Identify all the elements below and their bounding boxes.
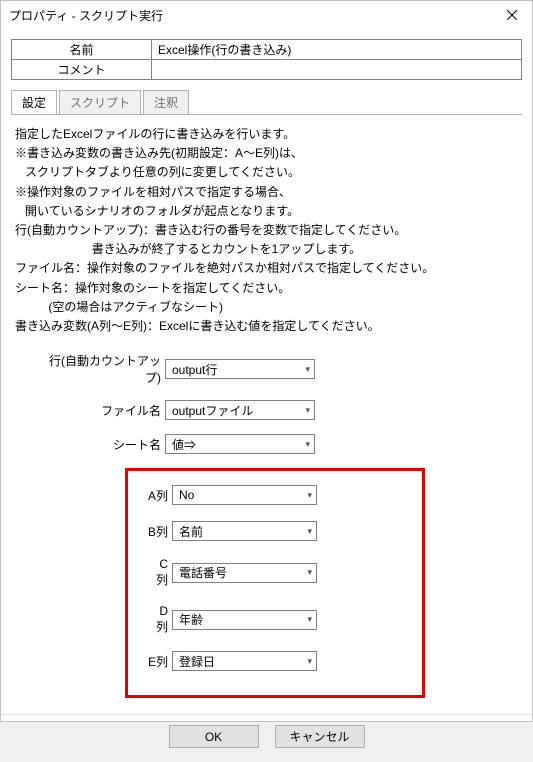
file-select[interactable]: outputファイル ▾	[165, 400, 315, 420]
sheet-label: シート名	[35, 436, 165, 453]
column-d-select[interactable]: 年齢 ▾	[172, 610, 317, 630]
close-button[interactable]	[492, 1, 532, 29]
column-c-select[interactable]: 電話番号 ▾	[172, 563, 317, 583]
column-c-value: 電話番号	[179, 564, 227, 581]
row-field-row: 行(自動カウントアップ) output行 ▾	[35, 352, 518, 386]
sheet-select[interactable]: 値⇒ ▾	[165, 434, 315, 454]
description-text: 指定したExcelファイルの行に書き込みを行います。 ※書き込み変数の書き込み先…	[15, 125, 518, 336]
column-b-value: 名前	[179, 523, 203, 540]
chevron-down-icon: ▾	[305, 364, 310, 375]
column-b-row: B列 名前 ▾	[148, 521, 402, 541]
content-area: 名前 Excel操作(行の書き込み) コメント 設定 スクリプト 注釈 指定した…	[1, 29, 532, 714]
comment-label: コメント	[12, 60, 152, 80]
column-c-row: C列 電話番号 ▾	[148, 557, 402, 588]
column-d-value: 年齢	[179, 611, 203, 628]
column-a-label: A列	[148, 487, 172, 504]
form-area: 行(自動カウントアップ) output行 ▾ ファイル名 outputファイル …	[15, 352, 518, 698]
button-bar: OK キャンセル	[1, 714, 532, 762]
column-a-select[interactable]: No ▾	[172, 485, 317, 505]
row-value: output行	[172, 361, 217, 378]
column-a-row: A列 No ▾	[148, 485, 402, 505]
name-label: 名前	[12, 40, 152, 60]
dialog-window: プロパティ - スクリプト実行 名前 Excel操作(行の書き込み) コメント …	[0, 0, 533, 722]
titlebar: プロパティ - スクリプト実行	[1, 1, 532, 29]
tab-content: 指定したExcelファイルの行に書き込みを行います。 ※書き込み変数の書き込み先…	[11, 119, 522, 704]
cancel-button[interactable]: キャンセル	[275, 725, 365, 748]
chevron-down-icon: ▾	[307, 656, 312, 667]
file-value: outputファイル	[172, 402, 253, 419]
chevron-down-icon: ▾	[307, 526, 312, 537]
column-a-value: No	[179, 488, 194, 502]
column-e-value: 登録日	[179, 653, 215, 670]
chevron-down-icon: ▾	[305, 405, 310, 416]
name-value[interactable]: Excel操作(行の書き込み)	[152, 40, 522, 60]
close-icon	[507, 10, 517, 20]
column-e-row: E列 登録日 ▾	[148, 651, 402, 671]
chevron-down-icon: ▾	[307, 490, 312, 501]
chevron-down-icon: ▾	[307, 567, 312, 578]
chevron-down-icon: ▾	[305, 439, 310, 450]
tab-script[interactable]: スクリプト	[59, 90, 141, 114]
file-field-row: ファイル名 outputファイル ▾	[35, 400, 518, 420]
column-b-label: B列	[148, 523, 172, 540]
column-d-row: D列 年齢 ▾	[148, 604, 402, 635]
file-label: ファイル名	[35, 402, 165, 419]
window-title: プロパティ - スクリプト実行	[9, 7, 163, 24]
column-c-label: C列	[148, 557, 172, 588]
row-select[interactable]: output行 ▾	[165, 359, 315, 379]
column-e-label: E列	[148, 653, 172, 670]
column-b-select[interactable]: 名前 ▾	[172, 521, 317, 541]
chevron-down-icon: ▾	[307, 614, 312, 625]
tab-settings[interactable]: 設定	[11, 90, 57, 114]
sheet-value: 値⇒	[172, 436, 196, 453]
tab-notes[interactable]: 注釈	[143, 90, 189, 114]
column-d-label: D列	[148, 604, 172, 635]
header-table: 名前 Excel操作(行の書き込み) コメント	[11, 39, 522, 80]
row-label: 行(自動カウントアップ)	[35, 352, 165, 386]
sheet-field-row: シート名 値⇒ ▾	[35, 434, 518, 454]
column-e-select[interactable]: 登録日 ▾	[172, 651, 317, 671]
tab-bar: 設定 スクリプト 注釈	[11, 90, 522, 115]
highlighted-columns: A列 No ▾ B列 名前 ▾	[125, 468, 425, 698]
comment-value[interactable]	[152, 60, 522, 80]
ok-button[interactable]: OK	[169, 725, 259, 748]
